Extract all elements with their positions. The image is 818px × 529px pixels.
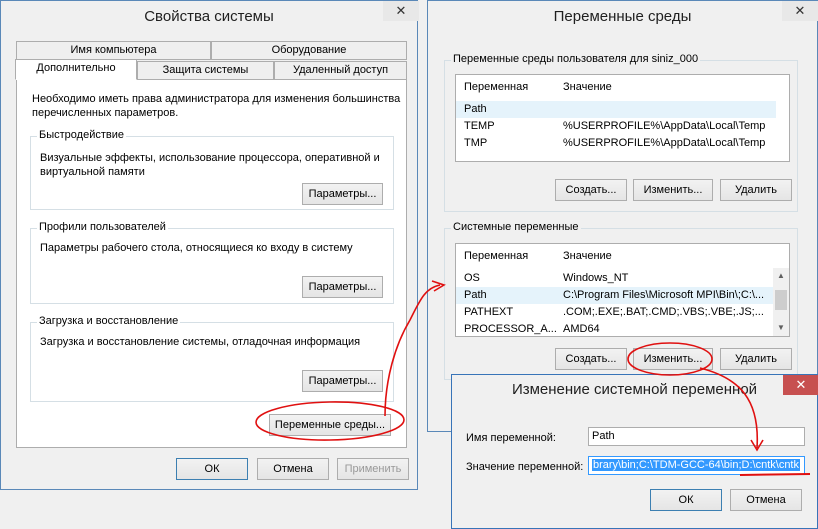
column-header-value[interactable]: Значение [563,250,612,262]
list-header: Переменная Значение [456,75,789,99]
tab-remote-access[interactable]: Удаленный доступ [274,61,407,80]
system-properties-titlebar[interactable]: Свойства системы ✕ [1,1,419,33]
system-variables-list[interactable]: Переменная Значение OS Windows_NT Path C… [455,243,790,337]
advanced-tab-panel: Необходимо иметь права администратора дл… [16,79,407,448]
edit-variable-titlebar[interactable]: Изменение системной переменной ✕ [452,375,818,405]
edit-system-variable-window: Изменение системной переменной ✕ Имя пер… [451,374,818,529]
column-header-variable[interactable]: Переменная [464,250,528,262]
table-row[interactable]: TMP %USERPROFILE%\AppData\Local\Temp [456,135,789,152]
window-title: Изменение системной переменной [511,381,758,398]
performance-description: Визуальные эффекты, использование процес… [40,152,380,178]
environment-variables-button[interactable]: Переменные среды... [269,414,391,436]
system-variables-group: Системные переменные Переменная Значение… [444,221,798,380]
profiles-group: Профили пользователей Параметры рабочего… [30,221,394,304]
close-button[interactable]: ✕ [383,1,419,21]
table-row[interactable]: TEMP %USERPROFILE%\AppData\Local\Temp [456,118,789,135]
column-header-variable[interactable]: Переменная [464,81,528,93]
profiles-settings-button[interactable]: Параметры... [302,276,383,298]
list-header: Переменная Значение [456,244,789,268]
row-name: OS [464,272,480,284]
scroll-thumb[interactable] [775,290,787,310]
row-name: PATHEXT [464,306,514,318]
row-name: TEMP [464,120,495,132]
system-edit-button[interactable]: Изменить... [633,348,713,370]
environment-variables-window: Переменные среды ✕ Переменные среды поль… [427,0,818,432]
variable-value-text: brary\bin;C:\TDM-GCC-64\bin;D:\cntk\cntk [592,459,800,471]
row-value: AMD64 [563,323,600,335]
tab-system-protection[interactable]: Защита системы [137,61,274,80]
system-properties-window: Свойства системы ✕ Имя компьютера Оборуд… [0,0,419,490]
row-name: Path [464,103,487,115]
performance-group: Быстродействие Визуальные эффекты, испол… [30,129,394,210]
user-variables-group-title: Переменные среды пользователя для siniz_… [451,53,701,65]
close-button[interactable]: ✕ [782,1,818,21]
system-delete-button[interactable]: Удалить [720,348,792,370]
cancel-button[interactable]: Отмена [257,458,329,480]
ok-button[interactable]: ОК [176,458,248,480]
profiles-group-title: Профили пользователей [37,221,168,233]
performance-group-title: Быстродействие [37,129,126,141]
tab-advanced[interactable]: Дополнительно [15,59,137,80]
variable-name-label: Имя переменной: [466,432,556,444]
startup-group: Загрузка и восстановление Загрузка и вос… [30,315,394,402]
table-row[interactable]: PATHEXT .COM;.EXE;.BAT;.CMD;.VBS;.VBE;.J… [456,304,774,321]
tab-computer-name[interactable]: Имя компьютера [16,41,211,60]
column-header-value[interactable]: Значение [563,81,612,93]
vertical-scrollbar[interactable]: ▲ ▼ [773,268,789,336]
cancel-button[interactable]: Отмена [730,489,802,511]
variable-value-label: Значение переменной: [466,461,584,473]
table-row[interactable]: Path C:\Program Files\Microsoft MPI\Bin\… [456,287,774,304]
close-button[interactable]: ✕ [783,375,818,395]
system-new-button[interactable]: Создать... [555,348,627,370]
row-value: .COM;.EXE;.BAT;.CMD;.VBS;.VBE;.JS;... [563,306,764,318]
variable-name-field[interactable]: Path [588,427,805,446]
system-variables-group-title: Системные переменные [451,221,581,233]
user-variables-list[interactable]: Переменная Значение Path TEMP %USERPROFI… [455,74,790,162]
apply-button[interactable]: Применить [337,458,409,480]
row-value: %USERPROFILE%\AppData\Local\Temp [563,137,766,149]
variable-value-field[interactable]: brary\bin;C:\TDM-GCC-64\bin;D:\cntk\cntk [588,456,805,475]
window-title: Свойства системы [144,8,274,25]
user-delete-button[interactable]: Удалить [720,179,792,201]
tab-hardware[interactable]: Оборудование [211,41,407,60]
profiles-description: Параметры рабочего стола, относящиеся ко… [40,242,353,254]
table-row[interactable]: OS Windows_NT [456,270,774,287]
startup-description: Загрузка и восстановление системы, отлад… [40,336,361,348]
user-variables-group: Переменные среды пользователя для siniz_… [444,53,798,212]
startup-group-title: Загрузка и восстановление [37,315,181,327]
row-value: Windows_NT [563,272,629,284]
row-value: %USERPROFILE%\AppData\Local\Temp [563,120,766,132]
environment-variables-titlebar[interactable]: Переменные среды ✕ [428,1,818,33]
startup-settings-button[interactable]: Параметры... [302,370,383,392]
table-row[interactable]: Path [456,101,776,118]
scroll-up-arrow-icon[interactable]: ▲ [773,268,789,284]
admin-note: Необходимо иметь права администратора дл… [32,93,401,119]
performance-settings-button[interactable]: Параметры... [302,183,383,205]
row-value: C:\Program Files\Microsoft MPI\Bin\;C:\.… [563,289,765,301]
ok-button[interactable]: ОК [650,489,722,511]
user-edit-button[interactable]: Изменить... [633,179,713,201]
user-new-button[interactable]: Создать... [555,179,627,201]
row-name: Path [464,289,487,301]
row-name: PROCESSOR_A... [464,323,557,335]
window-title: Переменные среды [553,8,692,25]
table-row[interactable]: PROCESSOR_A... AMD64 [456,321,774,336]
row-name: TMP [464,137,488,149]
scroll-down-arrow-icon[interactable]: ▼ [773,320,789,336]
